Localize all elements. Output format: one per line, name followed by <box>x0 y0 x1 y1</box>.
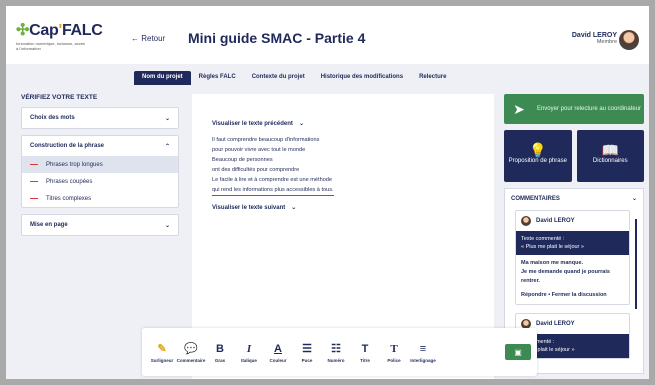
tab-nom-du-projet[interactable]: Nom du projet <box>134 71 191 85</box>
text-line: Il faut comprendre beaucoup d'informatio… <box>212 137 320 143</box>
section-header[interactable]: Choix des mots ⌄ <box>22 108 178 128</box>
chevron-down-icon: ⌄ <box>631 196 637 202</box>
highlighter-icon: ✎ <box>157 342 167 355</box>
comment-card: David LEROY Texte commenté : « Plus me p… <box>515 210 630 305</box>
comments-header[interactable]: COMMENTAIRES ⌄ <box>505 189 643 203</box>
dash-marker <box>30 180 38 183</box>
book-icon: 📖 <box>601 142 619 158</box>
section-header[interactable]: Mise en page ⌄ <box>22 215 178 235</box>
chevron-down-icon: ⌄ <box>298 121 304 127</box>
sidebar-item-phrases-coupees[interactable]: Phrases coupées <box>22 173 178 190</box>
avatar <box>521 216 531 226</box>
heading-icon: T <box>361 342 369 355</box>
bold-icon: B <box>216 342 224 355</box>
comment-author: David LEROY <box>536 218 575 224</box>
save-icon: ▣ <box>514 347 522 357</box>
dash-marker <box>30 163 38 166</box>
tab-contexte-du-projet[interactable]: Contexte du projet <box>244 71 313 85</box>
section-header[interactable]: Construction de la phrase ⌃ <box>22 136 178 156</box>
formatting-toolbar: ✎ Surligneur 💬 Commentaire B Gras I Italique… <box>142 328 537 376</box>
tab-relecture[interactable]: Relecture <box>411 71 454 85</box>
chevron-down-icon: ⌄ <box>164 222 170 229</box>
chevron-up-icon: ⌃ <box>164 143 170 150</box>
header: ✣Cap'FALC Innovation numérique, inclusio… <box>6 6 649 64</box>
numbered-list-icon: ☷ <box>331 342 341 355</box>
user-role: Membre <box>596 39 617 45</box>
comment-icon: 💬 <box>184 342 198 355</box>
sentence-proposal-button[interactable]: 💡 Proposition de phrase <box>504 130 572 182</box>
numbered-list-button[interactable]: ☷ Numéro <box>322 342 350 363</box>
text-line: Beaucoup de personnes <box>212 157 273 163</box>
dash-marker <box>30 197 38 200</box>
font-icon: T <box>390 342 398 355</box>
tab-regles-falc[interactable]: Règles FALC <box>191 71 244 85</box>
sidebar-title: VÉRIFIEZ VOTRE TEXTE <box>21 94 98 101</box>
save-button[interactable]: ▣ <box>505 344 531 360</box>
dictionaries-button[interactable]: 📖 Dictionnaires <box>576 130 644 182</box>
text-line: Le facile à lire et à comprendre est une… <box>212 177 333 183</box>
logo[interactable]: ✣Cap'FALC Innovation numérique, inclusio… <box>16 20 103 51</box>
tab-bar: Nom du projet Règles FALC Contexte du pr… <box>134 71 454 85</box>
tab-historique[interactable]: Historique des modifications <box>313 71 411 85</box>
sidebar-item-phrases-trop-longues[interactable]: Phrases trop longues <box>22 156 178 173</box>
avatar[interactable] <box>619 30 639 50</box>
section-mise-en-page: Mise en page ⌄ <box>21 214 179 236</box>
app-window: ✣Cap'FALC Innovation numérique, inclusio… <box>6 6 649 379</box>
line-spacing-icon: ≡ <box>419 342 427 355</box>
back-link[interactable]: ← Retour <box>131 34 165 43</box>
user-name: David LEROY <box>571 32 617 39</box>
italic-icon: I <box>246 342 252 355</box>
logo-tagline: Innovation numérique, inclusion, accès à… <box>16 41 85 51</box>
next-text-link[interactable]: Visualiser le texte suivant ⌄ <box>212 204 334 212</box>
user-info[interactable]: David LEROY Membre <box>572 32 617 45</box>
commented-text: Texte commenté : « Plus me plait le séjo… <box>516 231 629 255</box>
bullet-list-icon: ☰ <box>302 342 312 355</box>
sidebar: VÉRIFIEZ VOTRE TEXTE Choix des mots ⌄ Co… <box>21 94 179 242</box>
comments-scrollbar[interactable] <box>635 219 637 309</box>
logo-mark: ✣ <box>16 22 30 39</box>
text-color-icon: A <box>274 342 282 355</box>
chevron-down-icon: ⌄ <box>291 205 297 211</box>
bullet-list-button[interactable]: ☰ Puce <box>293 342 321 363</box>
line-spacing-button[interactable]: ≡ Interlignage <box>409 342 437 363</box>
chevron-down-icon: ⌄ <box>164 115 170 122</box>
comment-author: David LEROY <box>536 321 575 327</box>
lightbulb-icon: 💡 <box>529 142 547 158</box>
editor-content[interactable]: Il faut comprendre beaucoup d'informatio… <box>212 135 334 196</box>
send-icon: ➤ <box>513 100 525 117</box>
comment-body: Ma maison me manque. Je me demande quand… <box>521 260 610 284</box>
font-button[interactable]: T Police <box>380 342 408 363</box>
previous-text-link[interactable]: Visualiser le texte précédent ⌄ <box>212 120 334 128</box>
heading-button[interactable]: T Titre <box>351 342 379 363</box>
bold-button[interactable]: B Gras <box>206 342 234 363</box>
page-title: Mini guide SMAC - Partie 4 <box>188 30 366 46</box>
text-line-highlighted: qui rend les informations plus accessibl… <box>212 185 334 196</box>
text-line: ont des difficultés pour comprendre <box>212 167 300 173</box>
text-line: pour pouvoir vivre avec tout le monde <box>212 147 306 153</box>
color-button[interactable]: A Couleur <box>264 342 292 363</box>
italic-button[interactable]: I Italique <box>235 342 263 363</box>
sidebar-item-titres-complexes[interactable]: Titres complexes <box>22 190 178 207</box>
highlighter-button[interactable]: ✎ Surligneur <box>148 342 176 363</box>
section-construction-phrase: Construction de la phrase ⌃ Phrases trop… <box>21 135 179 208</box>
send-for-review-button[interactable]: ➤ Envoyer pour relecture au coordinateur <box>504 94 644 124</box>
section-choix-des-mots: Choix des mots ⌄ <box>21 107 179 129</box>
comment-actions[interactable]: Répondre • Fermer la discussion <box>516 290 629 304</box>
comment-button[interactable]: 💬 Commentaire <box>177 342 206 363</box>
